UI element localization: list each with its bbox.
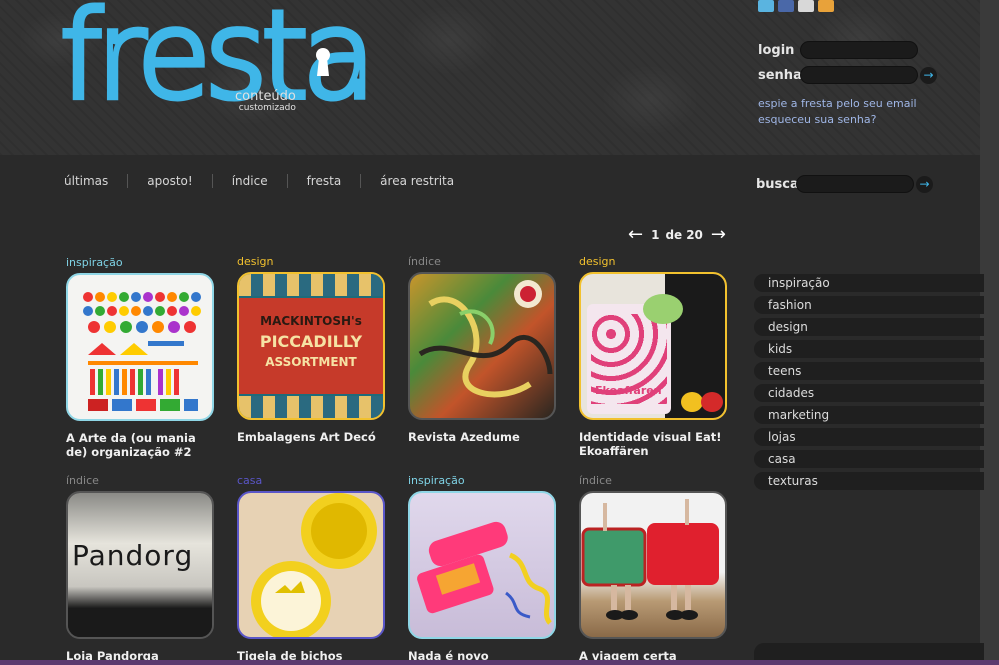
social-links: [758, 0, 834, 12]
footer-strip: [0, 660, 999, 665]
tagline-line-2: customizado: [238, 103, 296, 113]
next-page-arrow-icon[interactable]: →: [711, 224, 726, 245]
post-thumbnail[interactable]: [408, 272, 556, 420]
post-thumbnail[interactable]: [408, 491, 556, 639]
logo-tagline: conteúdo customizado: [235, 90, 296, 114]
pagination: ← 1 de 20 →: [628, 224, 726, 245]
search-submit-button[interactable]: →: [916, 175, 933, 193]
category-item-teens[interactable]: teens: [754, 362, 984, 380]
search-label: busca: [756, 176, 799, 192]
nav-item-indice[interactable]: índice: [211, 174, 287, 188]
post-title[interactable]: Embalagens Art Decó: [237, 430, 387, 444]
thumbnail-image: MACKINTOSH's PICCADILLY ASSORTMENT: [239, 274, 383, 418]
rss-icon[interactable]: [818, 0, 834, 12]
senha-label: senha: [758, 67, 802, 83]
post-thumbnail[interactable]: Ekoaffären: [579, 272, 727, 420]
post-card[interactable]: design MACKINTOSH's PICCADILLY ASSORTMEN…: [237, 255, 387, 444]
category-item-kids[interactable]: kids: [754, 340, 984, 358]
current-page: 1: [651, 227, 660, 242]
category-item-design[interactable]: design: [754, 318, 984, 336]
thumbnail-image: Pandorg: [68, 493, 212, 637]
post-category[interactable]: inspiração: [408, 474, 558, 488]
email-icon[interactable]: [798, 0, 814, 12]
search-bar: busca →: [756, 175, 933, 193]
page-separator: de: [665, 227, 683, 242]
post-card[interactable]: índice Pandorg Loja Pandorga: [66, 474, 216, 663]
post-title[interactable]: Identidade visual Eat! Ekoaffären: [579, 430, 729, 458]
password-row: senha →: [758, 66, 937, 84]
thumbnail-image: Ekoaffären: [581, 274, 725, 418]
post-category[interactable]: design: [579, 255, 729, 269]
thumbnail-image: [417, 521, 553, 625]
post-category[interactable]: índice: [408, 255, 558, 269]
post-card[interactable]: casa Tigela de bichos: [237, 474, 387, 663]
login-submit-button[interactable]: →: [920, 66, 937, 84]
site-logo[interactable]: fresta conteúdo customizado: [57, 0, 379, 132]
forgot-password-link[interactable]: esqueceu sua senha?: [758, 113, 876, 126]
category-item-texturas[interactable]: texturas: [754, 472, 984, 490]
thumb-text: Pandorg: [72, 539, 194, 572]
main-nav: últimas aposto! índice fresta área restr…: [64, 174, 473, 188]
post-thumbnail[interactable]: [66, 273, 214, 421]
login-input[interactable]: [800, 41, 918, 59]
category-item-cidades[interactable]: cidades: [754, 384, 984, 402]
post-category[interactable]: casa: [237, 474, 387, 488]
post-card[interactable]: inspiração Nada é novo: [408, 474, 558, 663]
nav-item-fresta[interactable]: fresta: [286, 174, 361, 188]
twitter-icon[interactable]: [758, 0, 774, 12]
post-title[interactable]: Revista Azedume: [408, 430, 558, 444]
category-item-lojas[interactable]: lojas: [754, 428, 984, 446]
prev-page-arrow-icon[interactable]: ←: [628, 224, 643, 245]
post-card[interactable]: índice Revista Azedume: [408, 255, 558, 444]
keyhole-icon: [316, 48, 330, 76]
post-thumbnail[interactable]: Pandorg: [66, 491, 214, 639]
post-category[interactable]: inspiração: [66, 256, 216, 270]
post-card[interactable]: design Ekoaffären Identidade visual Eat!…: [579, 255, 729, 458]
thumb-text-line-2: PICCADILLY: [259, 332, 363, 351]
email-subscribe-link[interactable]: espie a fresta pelo seu email: [758, 97, 917, 110]
thumb-text-line-3: ASSORTMENT: [265, 355, 357, 369]
category-item-marketing[interactable]: marketing: [754, 406, 984, 424]
thumbnail-image: [251, 493, 377, 637]
category-item-inspiracao[interactable]: inspiração: [754, 274, 984, 292]
thumbnail-image: [83, 292, 201, 411]
thumb-text-line-1: MACKINTOSH's: [260, 314, 362, 328]
category-list: inspiração fashion design kids teens cid…: [754, 274, 984, 494]
thumb-text: Ekoaffären: [595, 384, 662, 397]
login-row: login: [758, 41, 918, 59]
facebook-icon[interactable]: [778, 0, 794, 12]
thumbnail-image: [418, 280, 553, 398]
nav-item-aposto[interactable]: aposto!: [127, 174, 211, 188]
nav-item-area-restrita[interactable]: área restrita: [360, 174, 473, 188]
arrow-right-icon: →: [919, 177, 930, 191]
post-category[interactable]: índice: [579, 474, 729, 488]
post-thumbnail[interactable]: MACKINTOSH's PICCADILLY ASSORTMENT: [237, 272, 385, 420]
search-input[interactable]: [796, 175, 914, 193]
tagline-line-1: conteúdo: [235, 89, 296, 104]
post-title[interactable]: A Arte da (ou mania de) organização #2: [66, 431, 216, 459]
post-thumbnail[interactable]: [579, 491, 727, 639]
thumbnail-image: [581, 499, 719, 620]
password-input[interactable]: [800, 66, 918, 84]
post-card[interactable]: inspiração A Arte da (ou mania de) organ…: [66, 256, 216, 459]
category-item-casa[interactable]: casa: [754, 450, 984, 468]
login-label: login: [758, 42, 795, 58]
total-pages: 20: [686, 227, 703, 242]
arrow-right-icon: →: [923, 68, 934, 82]
post-category[interactable]: índice: [66, 474, 216, 488]
post-card[interactable]: índice A viagem certa: [579, 474, 729, 663]
post-thumbnail[interactable]: [237, 491, 385, 639]
category-item-fashion[interactable]: fashion: [754, 296, 984, 314]
nav-item-ultimas[interactable]: últimas: [64, 174, 127, 188]
post-category[interactable]: design: [237, 255, 387, 269]
